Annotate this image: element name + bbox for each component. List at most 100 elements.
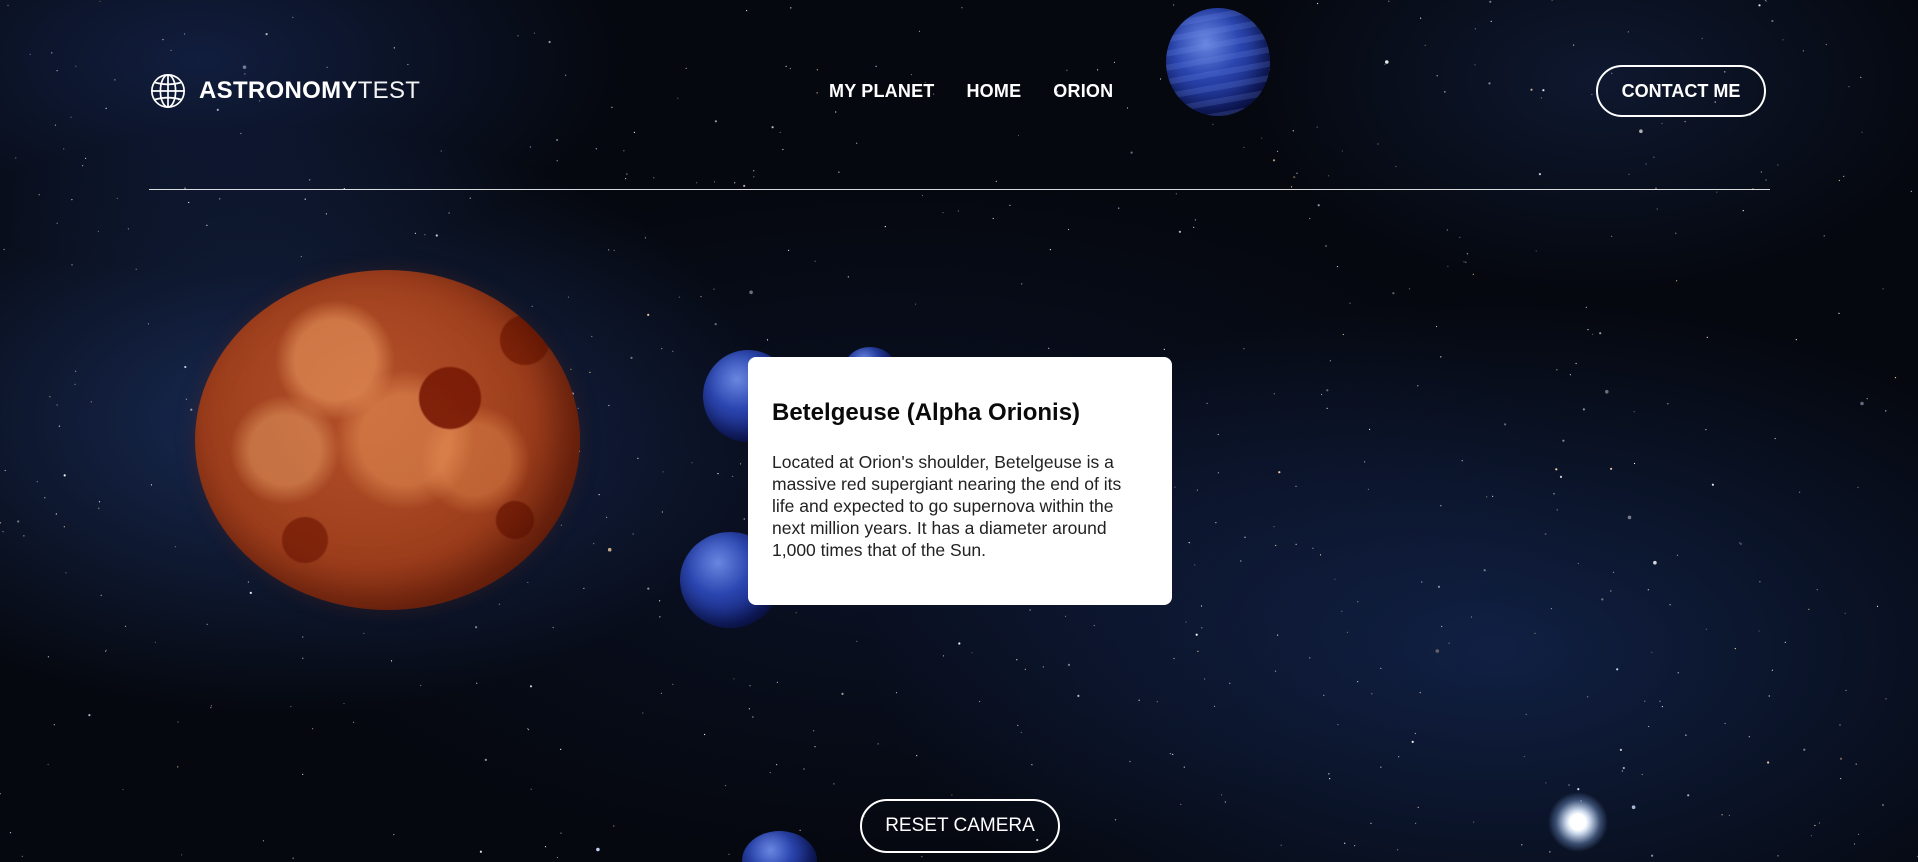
star: [1810, 835, 1812, 837]
star: [1178, 230, 1181, 233]
star: [1326, 389, 1329, 392]
star: [1194, 219, 1196, 221]
star: [1653, 560, 1657, 565]
star: [75, 370, 77, 372]
star: [3, 248, 5, 251]
star: [1328, 773, 1330, 775]
star: [63, 474, 66, 477]
star: [659, 600, 661, 602]
star: [484, 758, 487, 762]
star: [776, 681, 779, 683]
star: [326, 66, 328, 68]
star: [435, 234, 438, 237]
star: [1342, 333, 1344, 336]
globe-icon: [150, 73, 186, 109]
star: [1838, 179, 1840, 182]
star: [325, 213, 327, 215]
nav-my-planet[interactable]: MY PLANET: [829, 81, 934, 102]
star: [813, 730, 815, 732]
star: [1639, 129, 1643, 133]
star: [292, 857, 294, 859]
star: [1848, 86, 1850, 88]
star: [1619, 748, 1622, 752]
reset-camera-button[interactable]: RESET CAMERA: [860, 799, 1060, 853]
star: [54, 124, 57, 126]
star: [527, 729, 530, 731]
star: [1764, 0, 1766, 1]
star: [529, 146, 532, 148]
star: [1882, 288, 1884, 290]
star: [598, 494, 600, 496]
star: [1414, 732, 1416, 735]
star: [1669, 604, 1671, 606]
star: [1573, 44, 1575, 46]
star: [1296, 172, 1298, 174]
nav-orion[interactable]: ORION: [1053, 81, 1113, 102]
star: [1782, 39, 1784, 41]
star: [1272, 159, 1276, 162]
star: [577, 407, 579, 409]
star: [56, 70, 58, 72]
star: [185, 398, 187, 400]
star: [1845, 689, 1847, 692]
star: [672, 683, 674, 685]
star: [479, 850, 482, 853]
star: [1417, 806, 1419, 808]
star: [1009, 204, 1011, 206]
star: [517, 35, 519, 37]
star: [1551, 0, 1553, 1]
star: [921, 194, 924, 197]
space-scene[interactable]: ASTRONOMYTEST MY PLANET HOME ORION CONTA…: [0, 0, 1918, 862]
star: [1823, 235, 1825, 237]
star: [105, 107, 107, 109]
red-planet-betelgeuse[interactable]: [195, 270, 580, 610]
star: [100, 594, 102, 597]
star: [170, 49, 172, 52]
star: [895, 692, 898, 694]
star: [788, 249, 790, 251]
star: [1474, 28, 1476, 30]
star: [1316, 126, 1318, 128]
star: [1325, 245, 1327, 247]
star: [206, 224, 208, 226]
star: [704, 733, 706, 736]
star: [188, 201, 190, 204]
logo-text: ASTRONOMYTEST: [199, 77, 420, 105]
star: [717, 473, 719, 475]
contact-me-button[interactable]: CONTACT ME: [1596, 65, 1766, 117]
star: [1295, 485, 1297, 487]
star: [995, 180, 997, 182]
star: [1346, 631, 1348, 634]
nav-home[interactable]: HOME: [966, 81, 1021, 102]
star: [1489, 0, 1492, 3]
star: [1437, 585, 1441, 588]
star: [548, 40, 551, 44]
star: [596, 847, 600, 852]
star: [1173, 4, 1175, 6]
star: [343, 703, 345, 705]
star: [1217, 472, 1219, 474]
star: [1645, 163, 1647, 165]
star: [190, 408, 193, 411]
star: [1687, 794, 1690, 797]
star: [1739, 542, 1741, 544]
star: [1627, 31, 1629, 33]
star: [1808, 608, 1810, 611]
star: [1777, 855, 1779, 857]
star: [1760, 171, 1762, 173]
star: [90, 401, 92, 403]
star: [1587, 696, 1589, 698]
star: [58, 425, 61, 427]
star: [1113, 61, 1116, 64]
star: [1803, 748, 1806, 751]
star: [21, 855, 23, 857]
star: [1492, 495, 1494, 497]
star: [916, 755, 918, 757]
star: [593, 543, 595, 545]
blue-planet[interactable]: [1166, 8, 1270, 116]
star: [1728, 814, 1730, 817]
logo[interactable]: ASTRONOMYTEST: [149, 72, 420, 110]
star: [957, 210, 960, 212]
star: [753, 176, 755, 178]
star: [1440, 505, 1442, 507]
